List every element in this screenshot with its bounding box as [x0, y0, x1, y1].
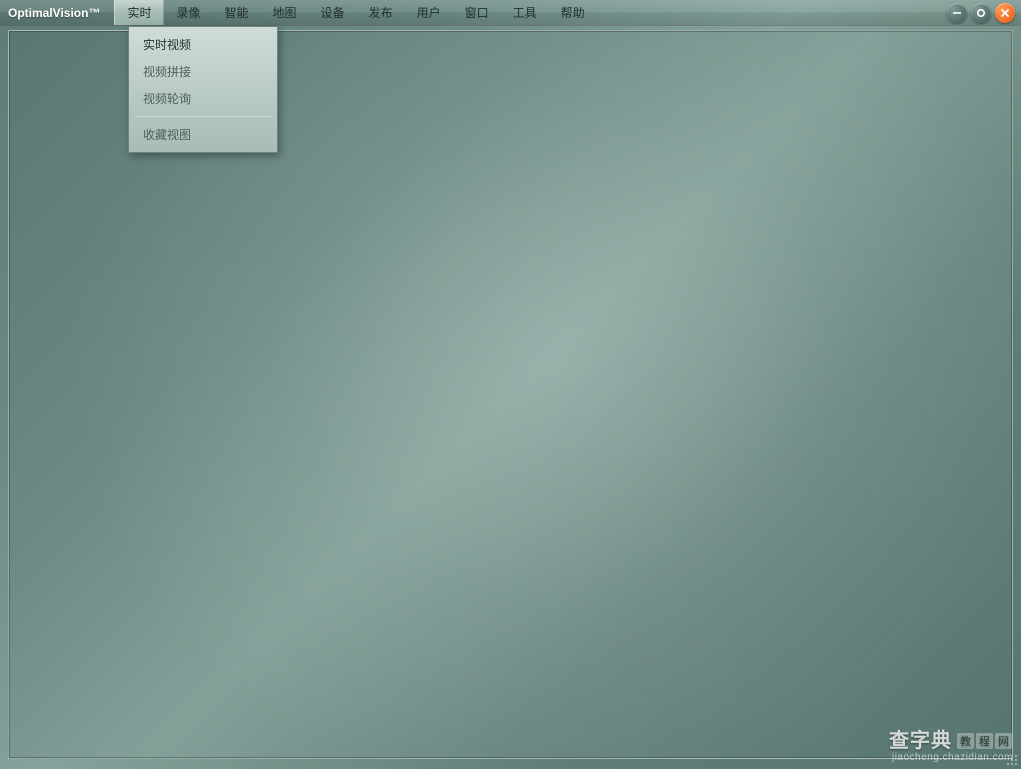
- dropdown-label: 视频轮询: [143, 92, 191, 106]
- menu-label: 用户: [417, 4, 441, 21]
- close-icon: [1000, 8, 1010, 18]
- dropdown-item-video-stitch[interactable]: 视频拼接: [129, 58, 277, 85]
- menu-label: 发布: [369, 4, 393, 21]
- close-button[interactable]: [995, 3, 1015, 23]
- menu-label: 工具: [513, 4, 537, 21]
- menu-user[interactable]: 用户: [405, 0, 453, 25]
- menu-label: 地图: [273, 4, 297, 21]
- menubar: 实时 录像 智能 地图 设备 发布 用户 窗口 工具 帮助: [114, 0, 596, 25]
- dropdown-label: 视频拼接: [143, 65, 191, 79]
- app-window: OptimalVision™ 实时 录像 智能 地图 设备 发布 用户 窗口 工…: [0, 0, 1021, 769]
- menu-label: 录像: [176, 4, 200, 21]
- dropdown-label: 收藏视图: [143, 128, 191, 142]
- menu-realtime[interactable]: 实时: [114, 0, 164, 25]
- realtime-dropdown: 实时视频 视频拼接 视频轮询 收藏视图: [128, 26, 278, 153]
- dropdown-label: 实时视频: [143, 38, 191, 52]
- menu-tools[interactable]: 工具: [501, 0, 549, 25]
- menu-smart[interactable]: 智能: [213, 0, 261, 25]
- dropdown-item-video-poll[interactable]: 视频轮询: [129, 85, 277, 112]
- titlebar: OptimalVision™ 实时 录像 智能 地图 设备 发布 用户 窗口 工…: [0, 0, 1021, 26]
- menu-label: 设备: [321, 4, 345, 21]
- dropdown-item-live-video[interactable]: 实时视频: [129, 31, 277, 58]
- dropdown-item-fav-view[interactable]: 收藏视图: [129, 121, 277, 148]
- dropdown-separator: [135, 116, 271, 117]
- menu-label: 帮助: [561, 4, 585, 21]
- menu-publish[interactable]: 发布: [357, 0, 405, 25]
- menu-device[interactable]: 设备: [309, 0, 357, 25]
- menu-label: 实时: [127, 4, 151, 21]
- minimize-button[interactable]: [947, 3, 967, 23]
- menu-label: 窗口: [465, 4, 489, 21]
- menu-window[interactable]: 窗口: [453, 0, 501, 25]
- window-controls: [947, 3, 1015, 23]
- menu-label: 智能: [225, 4, 249, 21]
- app-title: OptimalVision™: [8, 6, 100, 20]
- menu-help[interactable]: 帮助: [549, 0, 597, 25]
- menu-record[interactable]: 录像: [164, 0, 212, 25]
- minimize-icon: [952, 8, 962, 18]
- maximize-icon: [976, 8, 986, 18]
- resize-grip-icon[interactable]: [1005, 753, 1019, 767]
- menu-map[interactable]: 地图: [261, 0, 309, 25]
- maximize-button[interactable]: [971, 3, 991, 23]
